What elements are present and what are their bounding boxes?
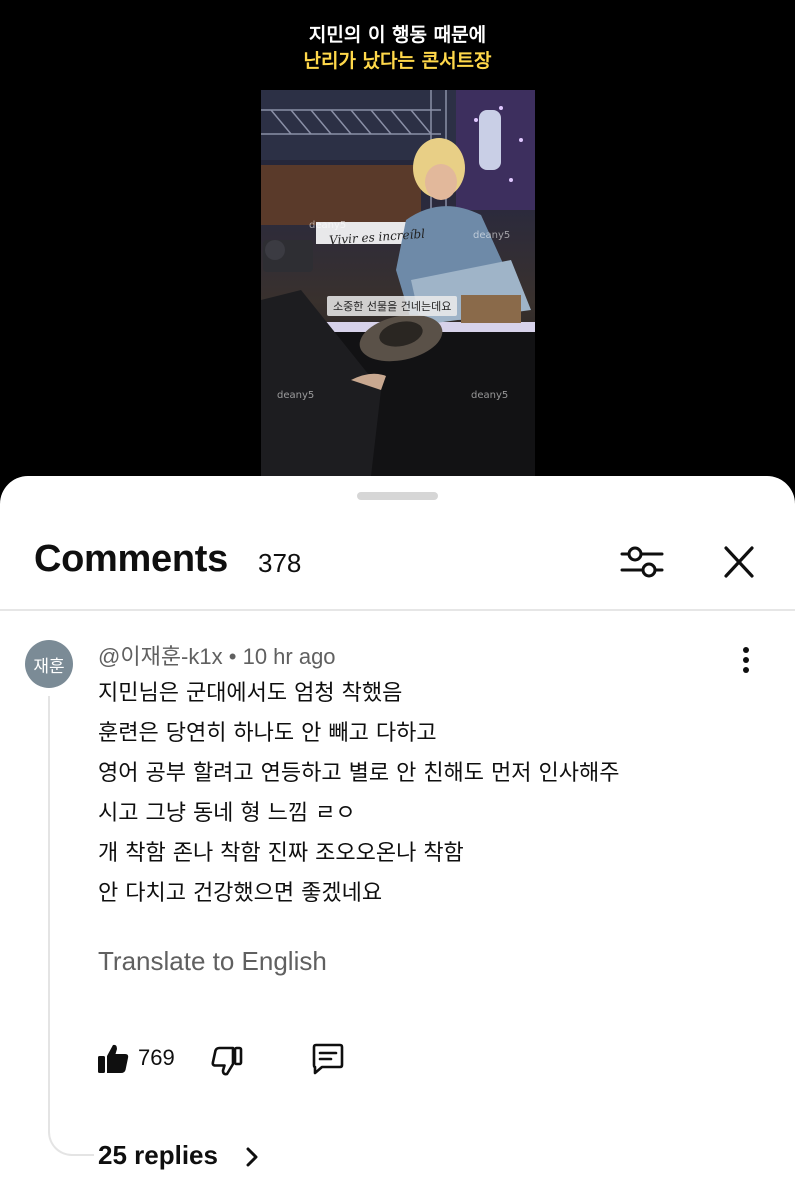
comment-line: 훈련은 당연히 하나도 안 빼고 다하고 <box>98 721 437 746</box>
comments-title: Comments <box>34 538 228 580</box>
comment-line: 시고 그냥 동네 형 느낌 ㄹㅇ <box>98 801 356 826</box>
comment-text: 지민님은 군대에서도 엄청 착했음 훈련은 당연히 하나도 안 빼고 다하고 영… <box>98 674 619 914</box>
more-options-button[interactable] <box>736 646 756 676</box>
comment-reply-icon <box>312 1043 344 1075</box>
watermark-right: deany5 <box>473 230 511 241</box>
comments-count: 378 <box>258 548 302 578</box>
comment-line: 영어 공부 할려고 연등하고 별로 안 친해도 먼저 인사해주 <box>98 761 620 786</box>
reply-button[interactable] <box>310 1042 346 1076</box>
comment-line: 지민님은 군대에서도 엄청 착했음 <box>98 681 403 706</box>
view-replies-button[interactable]: 25 replies <box>98 1140 218 1171</box>
video-frame: Vivir es increíbl 소중한 선물을 건네는데요 deany5 d… <box>261 90 535 476</box>
like-count: 769 <box>138 1045 175 1070</box>
close-button[interactable] <box>716 540 762 584</box>
sheet-drag-handle[interactable] <box>357 492 438 500</box>
watermark-bottom-left: deany5 <box>277 390 315 401</box>
header-divider <box>0 609 795 611</box>
dislike-button[interactable] <box>210 1044 244 1078</box>
avatar[interactable]: 재훈 <box>25 640 73 688</box>
watermark-left: deany5 <box>309 220 347 231</box>
thumbs-up-icon <box>98 1044 129 1073</box>
sliders-icon <box>620 546 664 578</box>
comments-sheet: Comments 378 재훈 @이재훈-k1x • 10 hr ago 지민님… <box>0 476 795 1200</box>
thread-line <box>48 696 94 1156</box>
comment-meta: @이재훈-k1x • 10 hr ago <box>98 639 336 671</box>
like-button[interactable] <box>96 1042 130 1076</box>
translate-link[interactable]: Translate to English <box>98 946 327 977</box>
watermark-bottom-right: deany5 <box>471 390 509 401</box>
more-vertical-icon <box>743 647 749 673</box>
sort-filter-button[interactable] <box>618 540 666 584</box>
comment-line: 안 다치고 건강했으면 좋겠네요 <box>98 881 383 906</box>
meta-separator: • <box>228 644 237 669</box>
video-caption-line2: 난리가 났다는 콘서트장 <box>303 50 492 72</box>
comment-line: 개 착함 존나 착함 진짜 조오오온나 착함 <box>98 841 464 866</box>
chevron-right-icon[interactable] <box>244 1144 260 1170</box>
video-player[interactable]: 지민의 이 행동 때문에 난리가 났다는 콘서트장 Vivir es incre… <box>0 0 795 490</box>
thumbs-down-icon <box>211 1046 243 1076</box>
comment-time: 10 hr ago <box>242 644 336 669</box>
concert-scene-image <box>261 90 535 476</box>
close-icon <box>724 546 754 578</box>
comment-author[interactable]: @이재훈-k1x <box>98 644 223 669</box>
video-subtitle: 소중한 선물을 건네는데요 <box>327 296 458 316</box>
video-caption-line1: 지민의 이 행동 때문에 <box>308 24 487 46</box>
